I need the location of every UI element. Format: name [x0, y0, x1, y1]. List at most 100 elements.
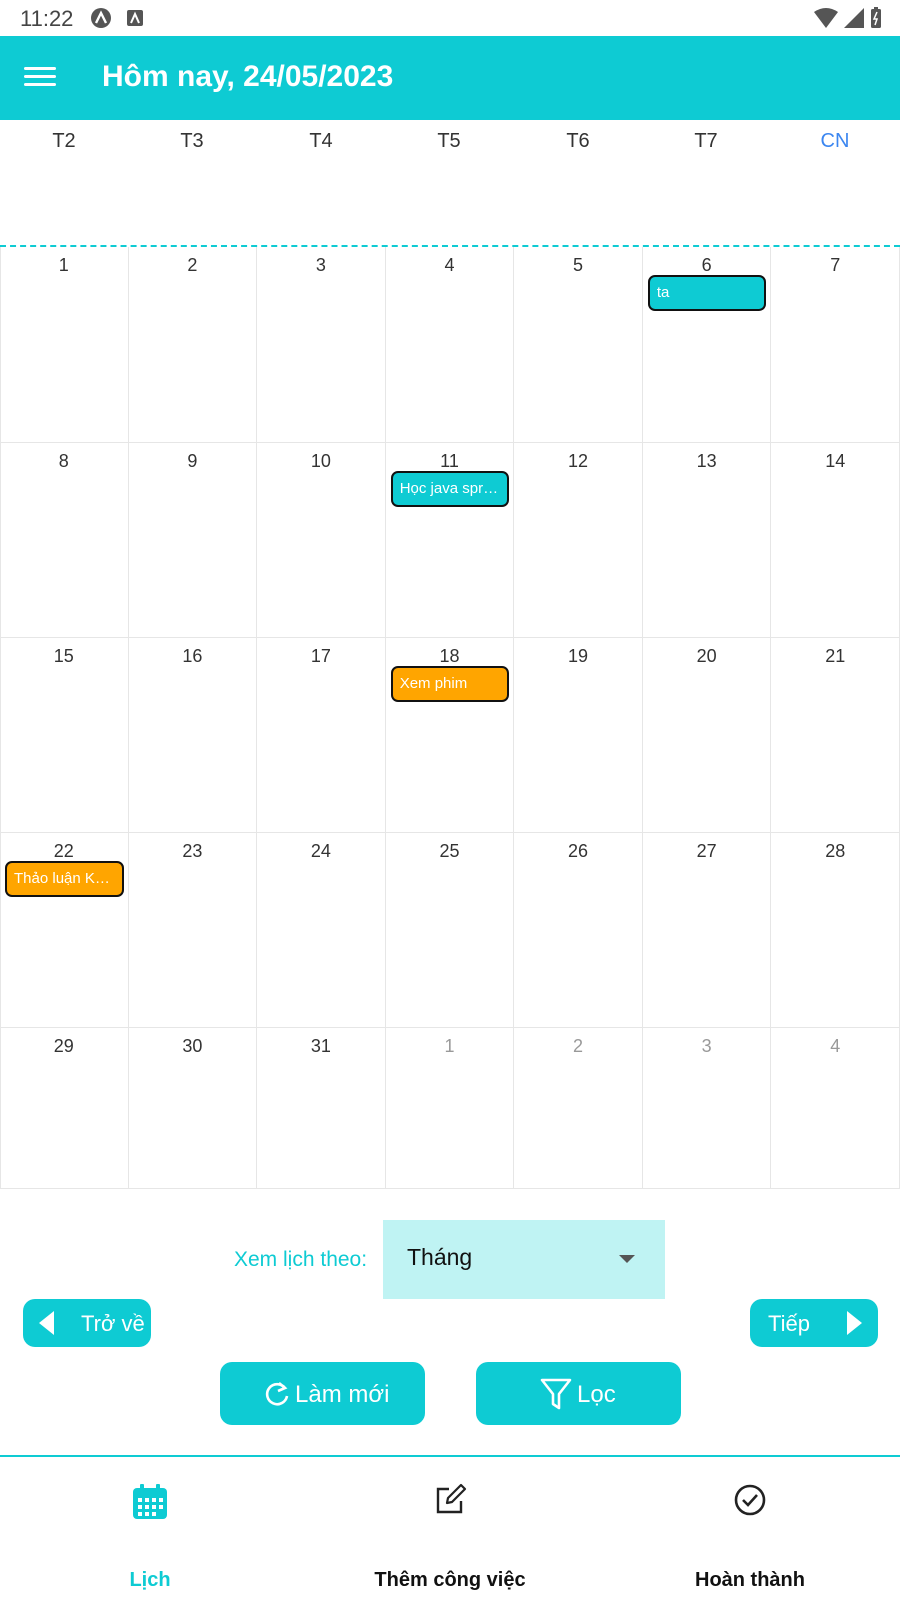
- calendar-day-number: 9: [187, 451, 198, 471]
- calendar-day-number: 7: [830, 255, 841, 275]
- calendar-day-cell[interactable]: 7: [771, 247, 900, 443]
- dropdown-caret-icon: [619, 1255, 635, 1263]
- calendar-day-cell[interactable]: 30: [128, 1028, 258, 1189]
- weekday-label: T5: [437, 130, 461, 152]
- tab-calendar-label: Lịch: [129, 1569, 171, 1591]
- calendar-event[interactable]: Thảo luận KLTN: [5, 861, 124, 897]
- tab-add-task[interactable]: Thêm công việc: [300, 1457, 600, 1602]
- menu-icon[interactable]: [24, 62, 56, 92]
- calendar-day-number: 15: [53, 646, 74, 666]
- calendar-day-cell[interactable]: 10: [257, 443, 386, 638]
- tab-calendar[interactable]: Lịch: [0, 1457, 300, 1602]
- calendar-day-cell[interactable]: 26: [514, 833, 643, 1028]
- calendar-day-cell[interactable]: 1: [385, 1028, 515, 1189]
- calendar-day-cell[interactable]: 13: [642, 443, 772, 638]
- app-bar: Hôm nay, 24/05/2023: [0, 36, 900, 120]
- calendar-day-number: 2: [573, 1036, 584, 1056]
- calendar-day-cell[interactable]: 2: [128, 247, 258, 443]
- calendar-day-number: 10: [310, 451, 331, 471]
- check-circle-icon: [734, 1484, 766, 1516]
- calendar-day-cell[interactable]: 16: [128, 638, 258, 833]
- tab-completed[interactable]: Hoàn thành: [600, 1457, 900, 1602]
- view-mode-select[interactable]: Tháng: [383, 1220, 665, 1299]
- wifi-icon: [814, 8, 838, 28]
- calendar-day-number: 20: [696, 646, 717, 666]
- calendar-day-cell[interactable]: 25: [385, 833, 515, 1028]
- calendar-day-number: 17: [310, 646, 331, 666]
- calendar-day-number: 26: [568, 841, 589, 861]
- calendar-day-cell[interactable]: 12: [514, 443, 643, 638]
- calendar-day-cell[interactable]: 2: [514, 1028, 643, 1189]
- calendar-event[interactable]: ta: [647, 275, 767, 311]
- battery-icon: [871, 7, 881, 28]
- calendar-day-number: 4: [830, 1036, 841, 1056]
- weekday-label: T2: [52, 130, 76, 152]
- calendar-day-cell[interactable]: 24: [257, 833, 386, 1028]
- back-button-label: Trở về: [81, 1311, 145, 1336]
- next-button[interactable]: Tiếp: [750, 1299, 878, 1347]
- weekday-label: T3: [180, 130, 204, 152]
- calendar-day-cell[interactable]: 8: [0, 443, 129, 638]
- filter-button-label: Lọc: [577, 1381, 616, 1408]
- calendar-day-number: 12: [568, 451, 589, 471]
- calendar-day-cell[interactable]: 27: [642, 833, 772, 1028]
- calendar-event[interactable]: Học java spring: [390, 471, 510, 507]
- refresh-button-label: Làm mới: [295, 1381, 390, 1408]
- calendar-day-cell[interactable]: 9: [128, 443, 258, 638]
- calendar-day-cell[interactable]: 4: [385, 247, 515, 443]
- calendar-day-number: 24: [310, 841, 331, 861]
- calendar-day-number: 25: [439, 841, 460, 861]
- calendar-day-number: 18: [439, 646, 460, 666]
- back-button[interactable]: Trở về: [23, 1299, 151, 1347]
- calendar-day-cell[interactable]: 31: [257, 1028, 386, 1189]
- calendar-day-cell[interactable]: 15: [0, 638, 129, 833]
- refresh-icon: [265, 1382, 289, 1406]
- filter-icon: [540, 1378, 572, 1410]
- calendar-day-cell[interactable]: 1: [0, 247, 129, 443]
- view-mode-value: Tháng: [407, 1244, 473, 1270]
- weekday-label: T6: [566, 130, 590, 152]
- calendar-day-number: 1: [444, 1036, 455, 1056]
- calendar-day-number: 3: [701, 1036, 712, 1056]
- calendar-day-cell[interactable]: 14: [771, 443, 900, 638]
- weekday-label-sunday: CN: [820, 130, 850, 152]
- bottom-navigation: Lịch Thêm công việc Hoàn thành: [0, 1455, 900, 1602]
- calendar-day-number: 29: [53, 1036, 74, 1056]
- calendar-day-cell[interactable]: 29: [0, 1028, 129, 1189]
- calendar-day-number: 13: [696, 451, 717, 471]
- status-bar: 11:22: [0, 0, 900, 36]
- calendar-day-number: 2: [187, 255, 198, 275]
- calendar-day-cell[interactable]: 23: [128, 833, 258, 1028]
- calendar-day-cell[interactable]: 17: [257, 638, 386, 833]
- calendar-day-cell[interactable]: 28: [771, 833, 900, 1028]
- calendar-day-number: 11: [440, 451, 459, 471]
- calendar-day-number: 22: [53, 841, 74, 861]
- calendar-day-cell[interactable]: 3: [257, 247, 386, 443]
- chevron-left-icon: [39, 1311, 54, 1335]
- calendar-day-cell[interactable]: 4: [771, 1028, 900, 1189]
- calendar-day-cell[interactable]: 19: [514, 638, 643, 833]
- tab-add-task-label: Thêm công việc: [374, 1569, 526, 1591]
- calendar-day-cell[interactable]: 5: [514, 247, 643, 443]
- calendar-event[interactable]: Xem phim: [390, 666, 510, 702]
- calendar-day-cell[interactable]: 21: [771, 638, 900, 833]
- calendar-day-cell[interactable]: 3: [642, 1028, 772, 1189]
- calendar-day-number: 28: [825, 841, 846, 861]
- filter-button[interactable]: Lọc: [476, 1362, 681, 1425]
- calendar-day-number: 6: [701, 255, 712, 275]
- status-time: 11:22: [20, 6, 74, 31]
- calendar-day-number: 31: [310, 1036, 331, 1056]
- calendar-day-number: 1: [58, 255, 69, 275]
- calendar-day-number: 19: [568, 646, 589, 666]
- app-notification-icon: [91, 8, 111, 28]
- refresh-button[interactable]: Làm mới: [220, 1362, 425, 1425]
- calendar-day-number: 4: [444, 255, 455, 275]
- download-notification-icon: [127, 10, 143, 26]
- signal-icon: [844, 8, 864, 28]
- calendar-icon: [133, 1484, 167, 1519]
- month-calendar-grid: 1 2 3 4 5 6 7 8 9 10 11 12 13 14 15 16 17 18 19 20 21 22 23 24 2…: [0, 247, 900, 1189]
- calendar-day-cell[interactable]: 20: [642, 638, 772, 833]
- calendar-day-number: 21: [825, 646, 846, 666]
- weekday-label: T4: [309, 130, 333, 152]
- calendar-day-number: 8: [58, 451, 69, 471]
